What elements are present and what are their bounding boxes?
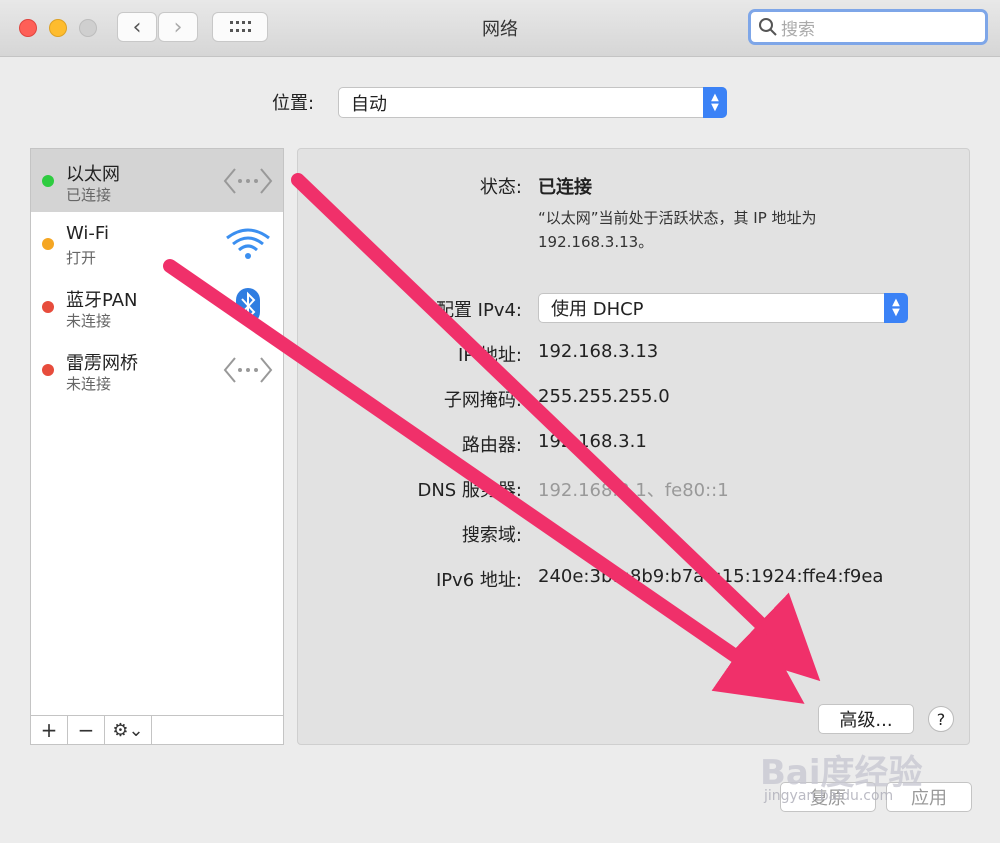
config-ipv4-select[interactable]: 使用 DHCP ▲ ▼ — [538, 293, 908, 323]
service-status: 打开 — [66, 249, 97, 267]
ethernet-icon — [223, 168, 273, 194]
status-dot — [42, 364, 54, 376]
bluetooth-icon — [236, 288, 260, 324]
title-bar: ‹ › 网络 搜索 — [0, 0, 1000, 57]
status-label: 状态: — [479, 177, 522, 198]
subnet-mask-value: 255.255.255.0 — [538, 386, 670, 407]
ipv6-address-value: 240e:3b1:8b9:b7a0:15:1924:ffe4:f9ea — [538, 566, 884, 587]
service-status: 未连接 — [66, 312, 112, 330]
updown-arrow-icon: ▲ ▼ — [703, 87, 727, 118]
help-button[interactable]: ? — [928, 706, 954, 732]
location-select[interactable]: 自动 ▲ ▼ — [338, 87, 727, 118]
location-value: 自动 — [351, 93, 387, 115]
search-icon — [759, 18, 777, 36]
remove-service-button[interactable]: − — [68, 716, 105, 744]
search-domain-label: 搜索域: — [461, 525, 522, 546]
config-ipv4-label: 配置 IPv4: — [435, 300, 522, 321]
service-name: Wi-Fi — [66, 223, 109, 244]
service-status: 已连接 — [66, 186, 112, 204]
service-name: 雷雳网桥 — [66, 353, 138, 374]
status-description: “以太网”当前处于活跃状态，其 IP 地址为 192.168.3.13。 — [538, 209, 817, 251]
service-item-bluetooth-pan[interactable]: 蓝牙PAN 未连接 — [31, 275, 283, 338]
dns-server-label: DNS 服务器: — [417, 480, 522, 501]
search-field[interactable]: 搜索 — [748, 9, 988, 45]
service-name: 蓝牙PAN — [66, 290, 138, 311]
updown-arrow-icon: ▲ ▼ — [884, 293, 908, 323]
add-service-button[interactable]: + — [31, 716, 68, 744]
gear-menu-button[interactable]: ⚙︎⌄ — [105, 716, 152, 744]
dns-server-value: 192.168.3.1、fe80::1 — [538, 480, 729, 501]
location-label: 位置: — [272, 93, 315, 114]
ethernet-icon — [223, 357, 273, 383]
config-ipv4-value: 使用 DHCP — [551, 299, 644, 320]
ipv6-address-label: IPv6 地址: — [435, 570, 522, 591]
status-value: 已连接 — [538, 177, 592, 198]
subnet-mask-label: 子网掩码: — [443, 390, 522, 411]
router-label: 路由器: — [461, 435, 522, 456]
advanced-button[interactable]: 高级... — [818, 704, 914, 734]
router-value: 192.168.3.1 — [538, 431, 647, 452]
status-dot — [42, 238, 54, 250]
watermark-brand: Bai度经验 — [760, 753, 923, 793]
service-name: 以太网 — [66, 164, 120, 185]
service-status: 未连接 — [66, 375, 112, 393]
status-dot — [42, 175, 54, 187]
service-item-thunderbolt-bridge[interactable]: 雷雳网桥 未连接 — [31, 338, 283, 401]
service-list: 以太网 已连接 Wi-Fi 打开 蓝牙PAN 未连接 雷雳网桥 未连接 + − … — [30, 148, 284, 745]
status-dot — [42, 301, 54, 313]
ip-address-value: 192.168.3.13 — [538, 341, 659, 362]
service-list-toolbar: + − ⚙︎⌄ — [31, 715, 283, 744]
service-item-ethernet[interactable]: 以太网 已连接 — [31, 149, 283, 212]
search-placeholder: 搜索 — [781, 19, 815, 40]
wifi-icon — [226, 228, 270, 259]
service-item-wifi[interactable]: Wi-Fi 打开 — [31, 212, 283, 275]
baidu-watermark: Bai度经验 jingyan.baidu.com — [760, 745, 923, 804]
ip-address-label: IP 地址: — [458, 345, 522, 366]
